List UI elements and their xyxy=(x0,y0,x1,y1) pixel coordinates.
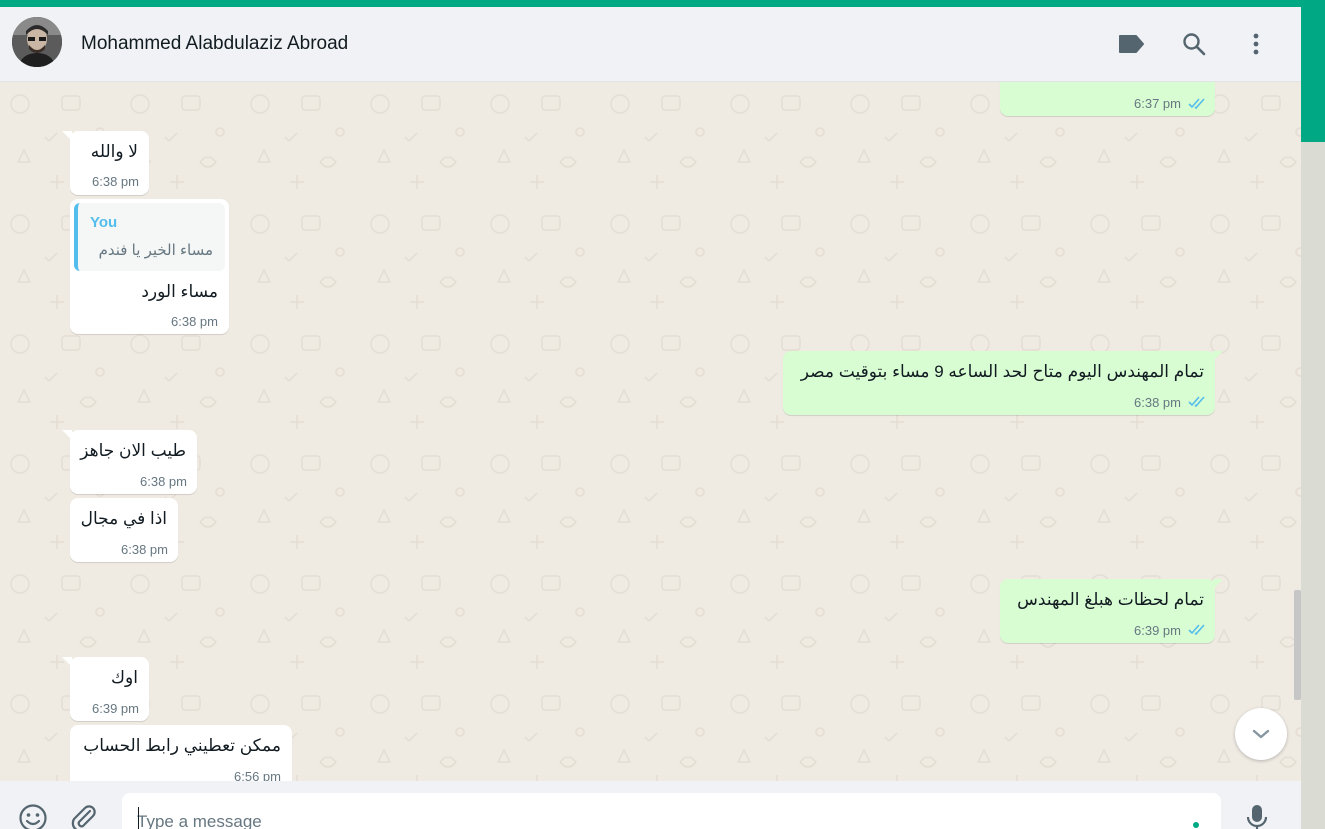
message-time: 6:39 pm xyxy=(1134,623,1181,638)
label-icon[interactable] xyxy=(1116,29,1146,59)
bubble-tail xyxy=(62,430,72,440)
right-gutter xyxy=(1301,142,1325,829)
search-icon[interactable] xyxy=(1179,29,1209,59)
quoted-message[interactable]: You مساء الخير يا فندم xyxy=(74,203,225,271)
contact-name[interactable]: Mohammed Alabdulaziz Abroad xyxy=(81,33,348,55)
chat-scrollbar-thumb[interactable] xyxy=(1294,590,1301,700)
message-bubble-incoming[interactable]: ممكن تعطيني رابط الحساب 6:56 pm xyxy=(70,725,292,781)
chat-messages-area[interactable]: 6:37 pm لا والله 6:38 pm You مساء الخير … xyxy=(0,82,1301,781)
chat-header: Mohammed Alabdulaziz Abroad xyxy=(0,7,1301,82)
message-text: تمام المهندس اليوم متاح لحد الساعه 9 مسا… xyxy=(800,362,1204,381)
message-text: مساء الورد xyxy=(141,282,218,301)
top-accent-bar xyxy=(0,0,1325,7)
message-input[interactable] xyxy=(122,793,1221,829)
message-composer xyxy=(0,781,1301,829)
bubble-tail xyxy=(1213,351,1223,361)
bubble-tail xyxy=(1213,579,1223,589)
attach-icon[interactable] xyxy=(68,805,98,829)
emoji-icon[interactable] xyxy=(18,804,48,829)
microphone-icon[interactable] xyxy=(1242,805,1272,829)
contact-avatar[interactable] xyxy=(12,17,62,67)
message-text: اذا في مجال xyxy=(80,509,167,528)
message-text: تمام لحظات هبلغ المهندس xyxy=(1017,590,1204,609)
read-receipt-icon xyxy=(1188,624,1205,635)
message-bubble-incoming[interactable]: طيب الان جاهز 6:38 pm xyxy=(62,430,197,494)
message-text: طيب الان جاهز xyxy=(80,441,186,460)
read-receipt-icon xyxy=(1188,98,1205,109)
chevron-down-icon xyxy=(1252,729,1270,739)
message-bubble-incoming[interactable]: اوك 6:39 pm xyxy=(62,657,149,721)
side-accent-bar xyxy=(1301,0,1325,142)
more-menu-icon[interactable] xyxy=(1241,29,1271,59)
message-bubble-incoming[interactable]: لا والله 6:38 pm xyxy=(62,131,149,195)
message-text: لا والله xyxy=(90,142,138,161)
message-time: 6:37 pm xyxy=(1134,96,1181,111)
read-receipt-icon xyxy=(1188,396,1205,407)
chat-wallpaper xyxy=(0,82,1301,781)
message-time: 6:38 pm xyxy=(1134,395,1181,410)
message-bubble-incoming[interactable]: اذا في مجال 6:38 pm xyxy=(70,498,178,562)
scroll-to-bottom-button[interactable] xyxy=(1235,708,1287,760)
bubble-tail xyxy=(62,131,72,141)
message-time: 6:38 pm xyxy=(171,314,218,329)
message-time: 6:38 pm xyxy=(121,542,168,557)
quoted-author: You xyxy=(90,214,118,231)
message-time: 6:38 pm xyxy=(140,474,187,489)
message-time: 6:38 pm xyxy=(92,174,139,189)
message-bubble-outgoing[interactable]: 6:37 pm xyxy=(1000,82,1215,116)
message-time: 6:56 pm xyxy=(234,769,281,781)
text-caret xyxy=(138,807,139,829)
message-text: ممكن تعطيني رابط الحساب xyxy=(83,736,281,755)
message-bubble-outgoing[interactable]: تمام لحظات هبلغ المهندس 6:39 pm xyxy=(1000,579,1223,643)
status-dot xyxy=(1193,822,1199,828)
bubble-tail xyxy=(62,657,72,667)
message-bubble-incoming[interactable]: You مساء الخير يا فندم مساء الورد 6:38 p… xyxy=(70,199,229,334)
message-bubble-outgoing[interactable]: تمام المهندس اليوم متاح لحد الساعه 9 مسا… xyxy=(783,351,1223,415)
quoted-text: مساء الخير يا فندم xyxy=(98,242,213,259)
message-time: 6:39 pm xyxy=(92,701,139,716)
message-text: اوك xyxy=(111,668,138,687)
